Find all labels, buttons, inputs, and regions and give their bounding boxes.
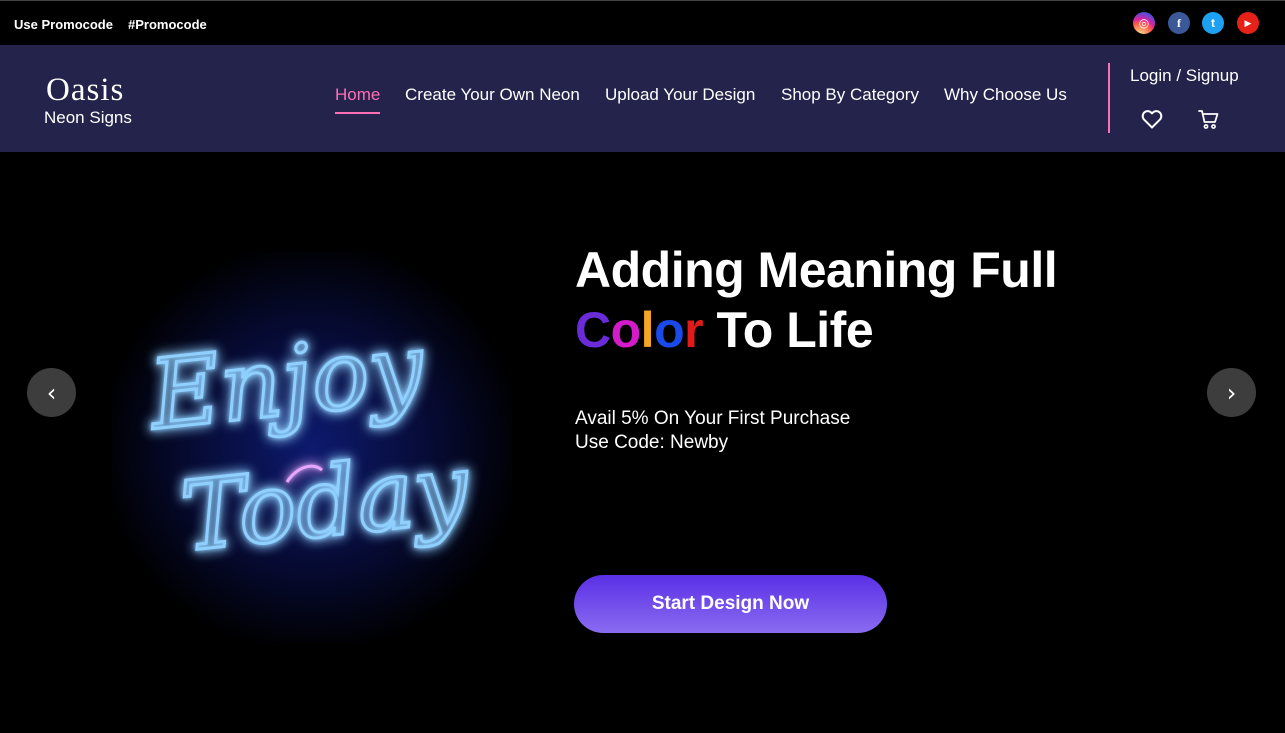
nav-upload-design[interactable]: Upload Your Design (605, 85, 755, 105)
youtube-icon[interactable]: ▶ (1237, 12, 1259, 34)
headline-line-2: Color To Life (575, 300, 1057, 360)
main-navbar: Oasis Neon Signs Home Create Your Own Ne… (0, 45, 1285, 152)
login-signup-link[interactable]: Login / Signup (1130, 66, 1239, 86)
cart-icon[interactable] (1197, 107, 1221, 131)
offer-line-2: Use Code: Newby (575, 432, 729, 453)
nav-divider (1108, 63, 1110, 133)
headline-line-1: Adding Meaning Full (575, 242, 1058, 298)
color-letter-c: C (575, 302, 611, 358)
nav-shop-category[interactable]: Shop By Category (781, 85, 919, 105)
hero-banner: ‹ Enjoy Today Adding Meaning Full Color … (0, 152, 1285, 733)
logo-title[interactable]: Oasis (46, 74, 124, 107)
twitter-icon[interactable]: t (1202, 12, 1224, 34)
offer-text: Avail 5% On Your First Purchase Use Code… (575, 407, 850, 455)
headline-to-life: To Life (703, 302, 874, 358)
neon-sign-image: Enjoy Today (112, 252, 512, 642)
promo-label: Use Promocode (14, 17, 113, 32)
hero-headline: Adding Meaning Full Color To Life (575, 240, 1058, 360)
promo-bar: Use Promocode #Promocode ◎ f t ▶ (0, 0, 1285, 45)
heart-icon[interactable] (1140, 107, 1164, 131)
nav-why-choose-us[interactable]: Why Choose Us (944, 85, 1067, 105)
instagram-icon[interactable]: ◎ (1133, 12, 1155, 34)
nav-home[interactable]: Home (335, 85, 381, 114)
promo-code: #Promocode (128, 17, 207, 32)
carousel-prev-button[interactable]: ‹ (27, 368, 76, 417)
color-letter-r: r (684, 302, 704, 358)
facebook-icon[interactable]: f (1168, 12, 1190, 34)
neon-line-1: Enjoy (143, 311, 431, 451)
carousel-next-button[interactable]: › (1207, 368, 1256, 417)
offer-line-1: Avail 5% On Your First Purchase (575, 408, 851, 429)
start-design-button[interactable]: Start Design Now (574, 575, 887, 633)
nav-create-neon[interactable]: Create Your Own Neon (405, 85, 580, 105)
color-letter-o-2: o (654, 302, 685, 358)
color-letter-o: o (610, 302, 642, 358)
color-letter-l: l (640, 302, 655, 358)
neon-line-2: Today (176, 432, 475, 574)
logo-subtitle: Neon Signs (44, 108, 132, 127)
neon-sign-graphic: Enjoy Today (141, 310, 477, 575)
